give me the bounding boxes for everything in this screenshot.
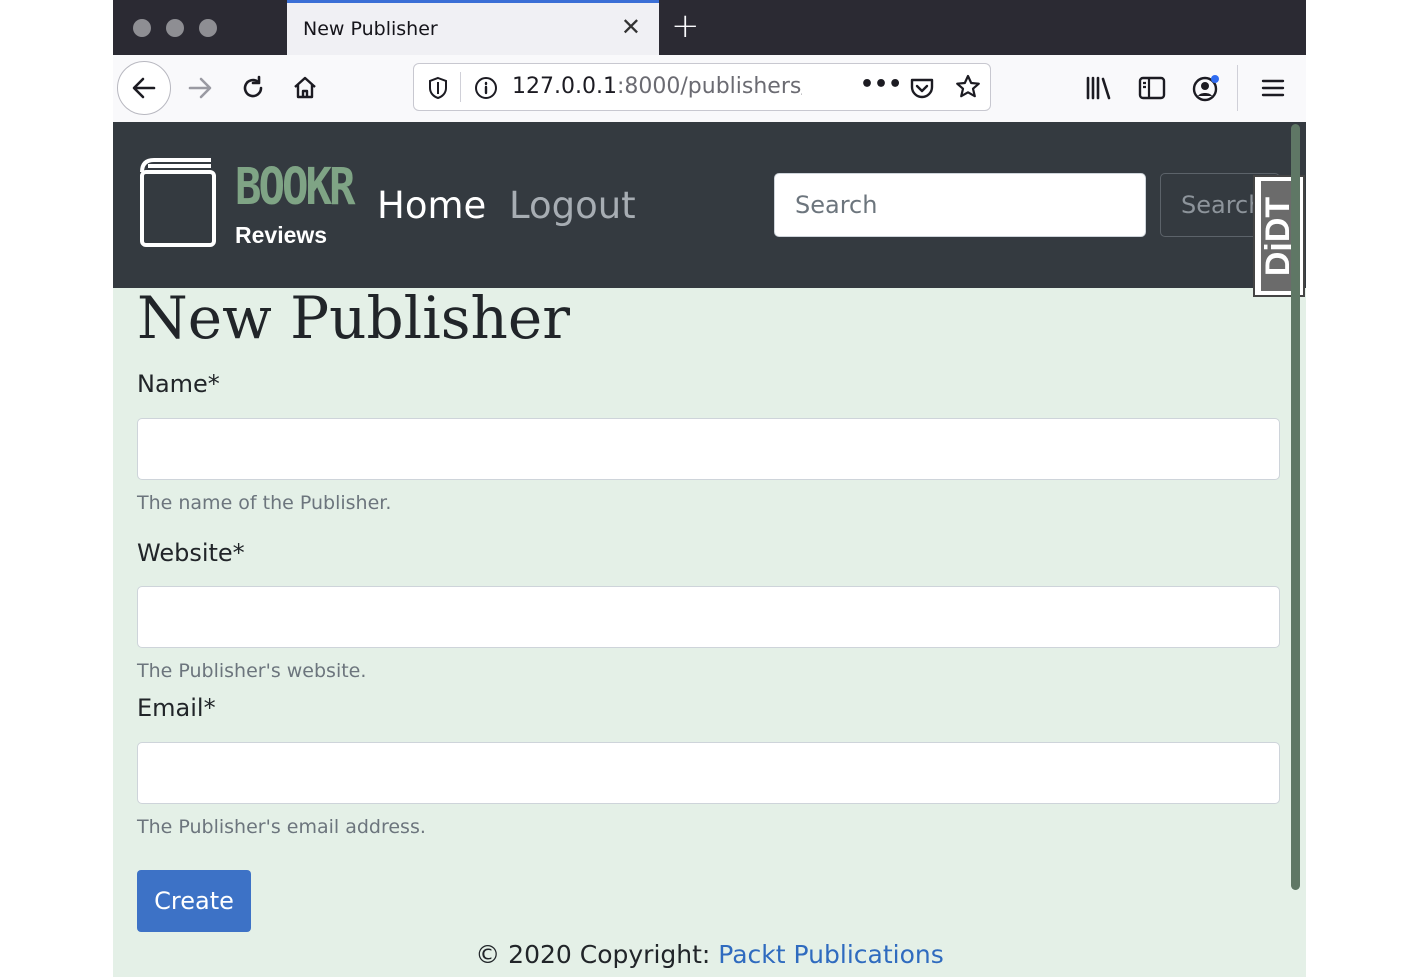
- home-icon: [294, 76, 316, 99]
- name-input[interactable]: [137, 418, 1280, 480]
- close-tab-icon[interactable]: ✕: [621, 13, 641, 41]
- footer-copyright: © 2020 Copyright:: [475, 940, 719, 969]
- sidebar-icon: [1138, 76, 1166, 100]
- pocket-icon[interactable]: [908, 74, 936, 102]
- hamburger-menu-icon: [1261, 79, 1285, 97]
- nav-home-link[interactable]: Home: [377, 184, 486, 227]
- scrollbar-thumb[interactable]: [1291, 124, 1300, 890]
- footer-packt-link[interactable]: Packt Publications: [718, 940, 943, 969]
- name-label: Name*: [137, 370, 220, 398]
- website-help-text: The Publisher's website.: [137, 660, 367, 682]
- close-window-dot[interactable]: [133, 19, 151, 37]
- tab-new-publisher[interactable]: New Publisher ✕: [287, 0, 659, 55]
- account-button[interactable]: [1186, 68, 1226, 108]
- brand-title[interactable]: BOOKR: [235, 158, 355, 217]
- new-tab-icon[interactable]: +: [671, 6, 700, 46]
- browser-window: New Publisher ✕ + 127.0.0.1:8000/publish…: [113, 0, 1306, 977]
- tracking-protection-shield-icon[interactable]: [426, 76, 450, 100]
- page-actions-icon[interactable]: •••: [860, 72, 902, 97]
- forward-button[interactable]: [180, 68, 220, 108]
- nav-logout-link[interactable]: Logout: [509, 184, 636, 227]
- brand-subtitle[interactable]: Reviews: [235, 222, 327, 249]
- back-button[interactable]: [117, 61, 171, 115]
- zoom-window-dot[interactable]: [199, 19, 217, 37]
- email-help-text: The Publisher's email address.: [137, 816, 426, 838]
- page-title: New Publisher: [137, 284, 570, 352]
- reload-button[interactable]: [233, 68, 273, 108]
- home-button[interactable]: [285, 68, 325, 108]
- sidebar-button[interactable]: [1132, 68, 1172, 108]
- site-navbar: BOOKR Reviews Home Logout Search Search: [113, 122, 1306, 288]
- browser-toolbar: 127.0.0.1:8000/publishers/n •••: [113, 55, 1306, 123]
- footer: © 2020 Copyright: Packt Publications: [113, 940, 1306, 969]
- library-icon: [1086, 76, 1111, 100]
- reload-icon: [243, 75, 263, 98]
- website-label: Website*: [137, 539, 245, 567]
- url-host: 127.0.0.1: [512, 74, 617, 99]
- url-path: :8000/publishers/n: [616, 74, 802, 99]
- minimize-window-dot[interactable]: [166, 19, 184, 37]
- website-input[interactable]: [137, 586, 1280, 648]
- book-logo-icon[interactable]: [139, 156, 217, 248]
- name-help-text: The name of the Publisher.: [137, 492, 392, 514]
- tab-title: New Publisher: [303, 18, 438, 40]
- bookmark-star-icon[interactable]: [954, 73, 982, 101]
- tab-strip: New Publisher ✕ +: [113, 0, 1306, 55]
- email-input[interactable]: [137, 742, 1280, 804]
- create-button[interactable]: Create: [137, 870, 251, 932]
- menu-button[interactable]: [1253, 68, 1293, 108]
- toolbar-divider: [1237, 65, 1238, 111]
- search-input[interactable]: Search: [774, 173, 1146, 237]
- url-divider: [460, 72, 461, 102]
- url-bar[interactable]: 127.0.0.1:8000/publishers/n •••: [413, 63, 991, 111]
- account-icon: [1192, 75, 1219, 102]
- forward-arrow-icon: [188, 77, 212, 99]
- library-button[interactable]: [1079, 68, 1119, 108]
- back-arrow-icon: [132, 77, 156, 99]
- site-info-icon[interactable]: [474, 76, 498, 100]
- email-label: Email*: [137, 694, 216, 722]
- url-text[interactable]: 127.0.0.1:8000/publishers/n: [512, 74, 802, 99]
